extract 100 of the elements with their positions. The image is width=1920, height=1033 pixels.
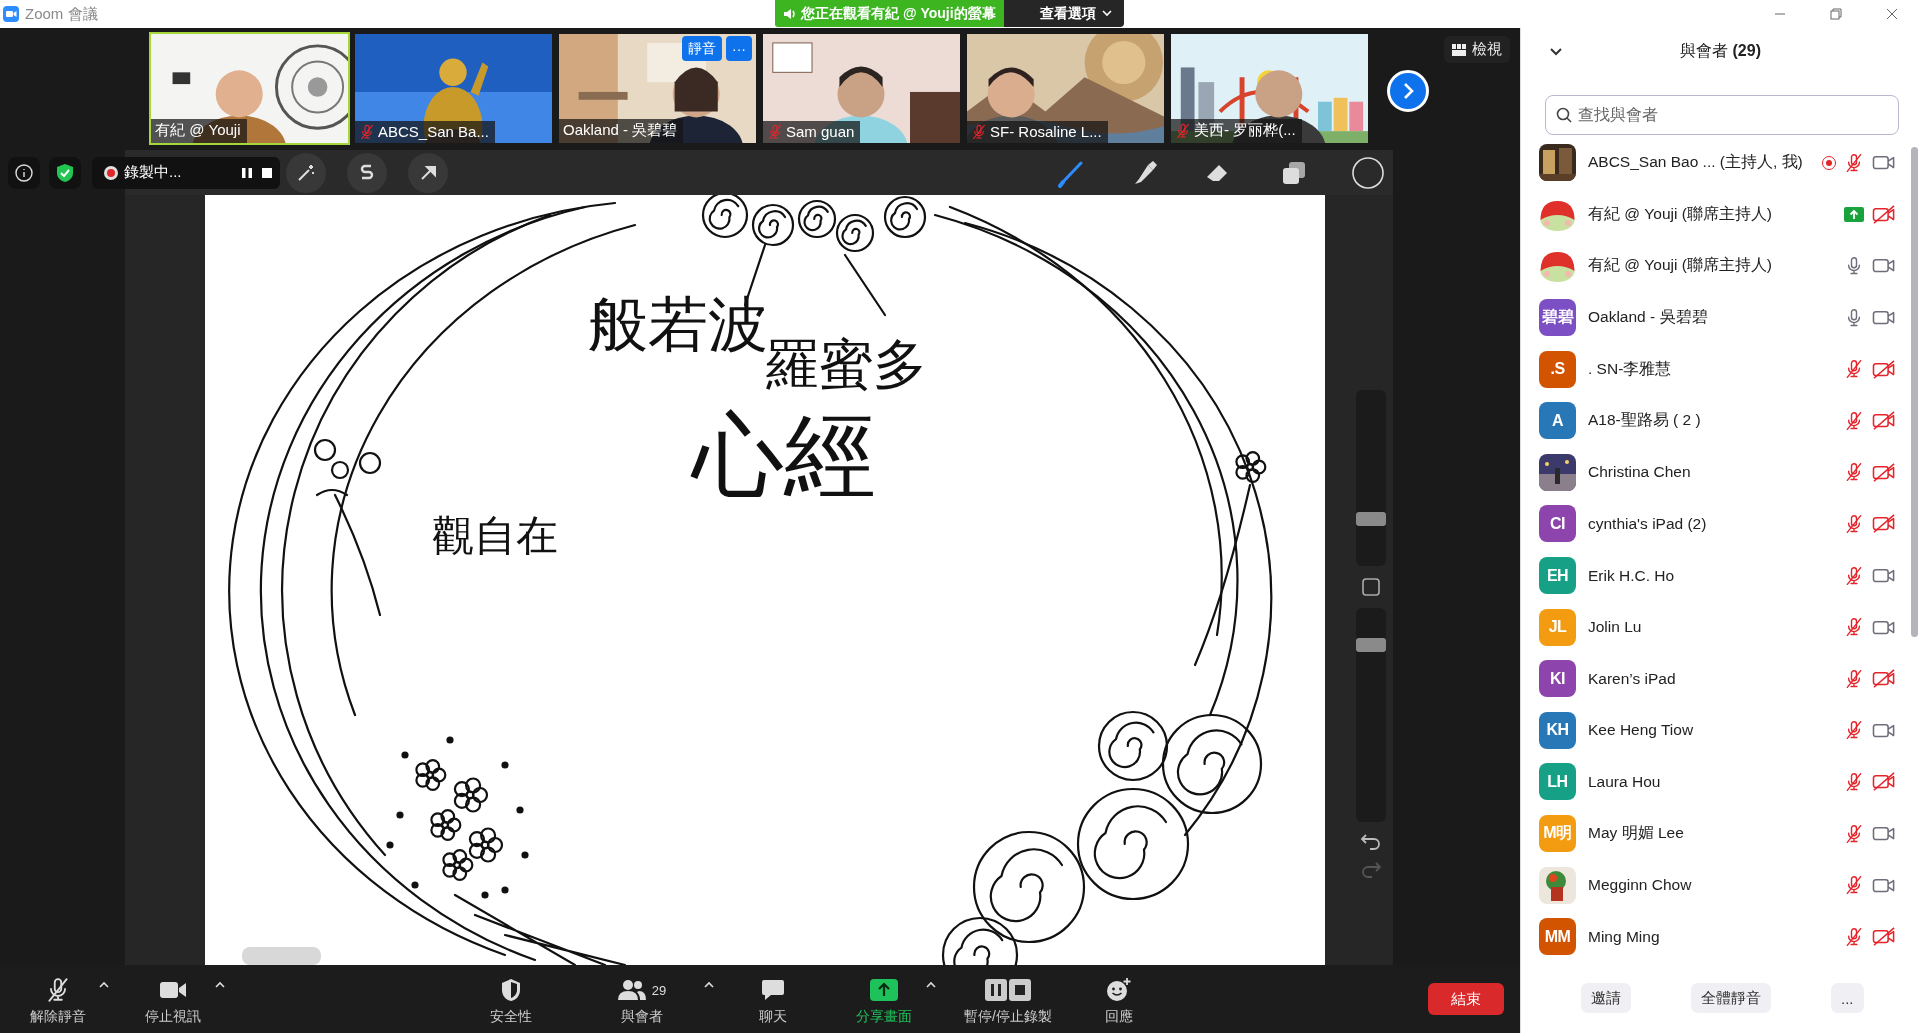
grid-icon: [1452, 43, 1466, 56]
participant-row[interactable]: M明 May 明媚 Lee: [1521, 807, 1908, 860]
tab-handle[interactable]: [242, 947, 321, 965]
view-options-button[interactable]: 查看選項: [1003, 0, 1124, 27]
participant-row[interactable]: A A18-聖路易 ( 2 ): [1521, 394, 1908, 447]
toolbar-button[interactable]: 停止視訊: [138, 972, 208, 1026]
handwritten-text: 觀自在: [432, 511, 558, 560]
participant-name: ABCS_San Bao ... (主持人, 我): [1588, 152, 1804, 173]
participant-name: Jolin Lu: [1588, 618, 1643, 637]
avatar: A: [1539, 402, 1576, 440]
annotation-tool[interactable]: [347, 152, 387, 193]
avatar: MM: [1539, 918, 1576, 956]
participant-name: cynthia's iPad (2): [1588, 514, 1708, 533]
video-tile[interactable]: ABCS_San Ba...: [353, 32, 554, 145]
annotation-tool[interactable]: [408, 152, 448, 193]
mic-muted-icon: [1844, 513, 1864, 534]
panel-button[interactable]: 邀請: [1581, 983, 1631, 1013]
participant-row[interactable]: .S . SN-李雅慧: [1521, 343, 1908, 395]
share-screen-icon: [870, 979, 898, 1001]
avatar: EH: [1539, 557, 1576, 595]
participant-row[interactable]: KI Karen’s iPad: [1521, 652, 1908, 705]
toolbar-button[interactable]: 聊天: [745, 972, 801, 1026]
security-shield-button[interactable]: [49, 156, 81, 189]
screen-share-icon: [1844, 206, 1864, 222]
participant-row[interactable]: Megginn Chow: [1521, 859, 1908, 911]
participant-row[interactable]: LH Laura Hou: [1521, 756, 1908, 808]
slider-track[interactable]: [1356, 390, 1386, 566]
avatar: LH: [1539, 763, 1576, 801]
info-button[interactable]: [8, 156, 40, 189]
slider-handle[interactable]: [1356, 511, 1386, 526]
mic-muted-icon: [1844, 617, 1864, 638]
smiley-plus-icon: [1106, 977, 1132, 1003]
mic-muted-icon: [1844, 359, 1864, 380]
panel-title: 與會者 (29): [1679, 41, 1762, 61]
participant-name: 有紀 @ Youji (聯席主持人): [1588, 255, 1774, 276]
video-tile[interactable]: 有紀 @ Youji: [149, 32, 350, 145]
participant-name: SF- Rosaline L...: [990, 123, 1102, 140]
participant-row[interactable]: JL Jolin Lu: [1521, 601, 1908, 653]
toolbar-button[interactable]: 解除靜音: [22, 972, 94, 1026]
participant-name: 美西- 罗丽桦(...: [1194, 121, 1296, 140]
video-tile[interactable]: Oakland - 吳碧碧 靜音 ···: [557, 32, 758, 145]
participant-name: Christina Chen: [1588, 463, 1692, 482]
video-tile[interactable]: Sam guan: [761, 32, 962, 145]
toolbar-button[interactable]: 暫停/停止錄製: [953, 972, 1063, 1026]
mute-button[interactable]: 靜音: [682, 36, 722, 61]
speaker-icon: [783, 6, 797, 21]
participant-row[interactable]: 有紀 @ Youji (聯席主持人): [1521, 240, 1908, 292]
mic-muted-icon: [1844, 462, 1864, 483]
mic-muted-icon: [1844, 720, 1864, 741]
toolbar-button[interactable]: 回應: [1091, 972, 1147, 1026]
participant-row[interactable]: 有紀 @ Youji (聯席主持人): [1521, 188, 1908, 241]
slider-track[interactable]: [1356, 608, 1386, 822]
toolbar-button[interactable]: 分享畫面: [846, 972, 922, 1026]
participant-row[interactable]: CI cynthia's iPad (2): [1521, 498, 1908, 550]
avatar: CI: [1539, 505, 1576, 543]
participant-row[interactable]: MM Ming Ming: [1521, 910, 1908, 963]
chevron-down-icon: [1101, 10, 1112, 17]
video-tile[interactable]: SF- Rosaline L...: [965, 32, 1166, 145]
avatar: 碧碧: [1539, 299, 1576, 337]
recording-icon: [104, 165, 118, 180]
recording-status: 錄製中...: [124, 163, 182, 182]
close-icon: [1886, 8, 1898, 20]
panel-button[interactable]: 全體靜音: [1691, 983, 1771, 1013]
toolbar-button[interactable]: 29 與會者: [600, 972, 684, 1026]
shield-check-icon: [56, 162, 74, 183]
search-field[interactable]: 查找與會者: [1545, 95, 1899, 135]
mic-muted-icon: [1844, 565, 1864, 586]
toolbar-button[interactable]: 安全性: [476, 972, 546, 1026]
collapse-button[interactable]: [1549, 46, 1563, 57]
annotation-tool[interactable]: [286, 152, 326, 193]
square-icon[interactable]: [1360, 576, 1382, 598]
participant-row[interactable]: ABCS_San Bao ... (主持人, 我): [1521, 137, 1908, 189]
participant-name: Megginn Chow: [1588, 876, 1693, 895]
shield-icon: [500, 978, 522, 1002]
chat-bubble-icon: [761, 979, 785, 1001]
participant-name: Laura Hou: [1588, 772, 1662, 791]
next-page-button[interactable]: [1387, 70, 1429, 112]
window-title: Zoom 會議: [25, 4, 98, 24]
participant-row[interactable]: Christina Chen: [1521, 446, 1908, 499]
participant-name: A18-聖路易 ( 2 ): [1588, 410, 1702, 431]
participant-name: Oakland - 吳碧碧: [563, 121, 678, 140]
participant-row[interactable]: 碧碧 Oakland - 吳碧碧: [1521, 291, 1908, 344]
video-tile[interactable]: 美西- 罗丽桦(...: [1169, 32, 1370, 145]
app-logo-icon: [3, 6, 19, 22]
more-button[interactable]: ···: [726, 36, 752, 61]
participant-name: . SN-李雅慧: [1588, 358, 1673, 379]
participant-row[interactable]: EH Erik H.C. Ho: [1521, 549, 1908, 602]
participant-row[interactable]: KH Kee Heng Tiow: [1521, 704, 1908, 757]
view-button[interactable]: 檢視: [1444, 36, 1510, 63]
undo-icon[interactable]: [1360, 832, 1382, 850]
mic-muted-icon: [1844, 875, 1864, 896]
slider-handle[interactable]: [1356, 638, 1386, 652]
participant-name: May 明媚 Lee: [1588, 823, 1685, 843]
mic-muted-icon: [1844, 823, 1864, 844]
stop-button[interactable]: [260, 165, 274, 180]
end-meeting-button[interactable]: 結束: [1428, 983, 1504, 1015]
scrollbar-thumb[interactable]: [1910, 147, 1918, 637]
panel-button[interactable]: ...: [1831, 983, 1864, 1013]
avatar: M明: [1539, 815, 1576, 852]
pause-button[interactable]: [240, 165, 254, 180]
